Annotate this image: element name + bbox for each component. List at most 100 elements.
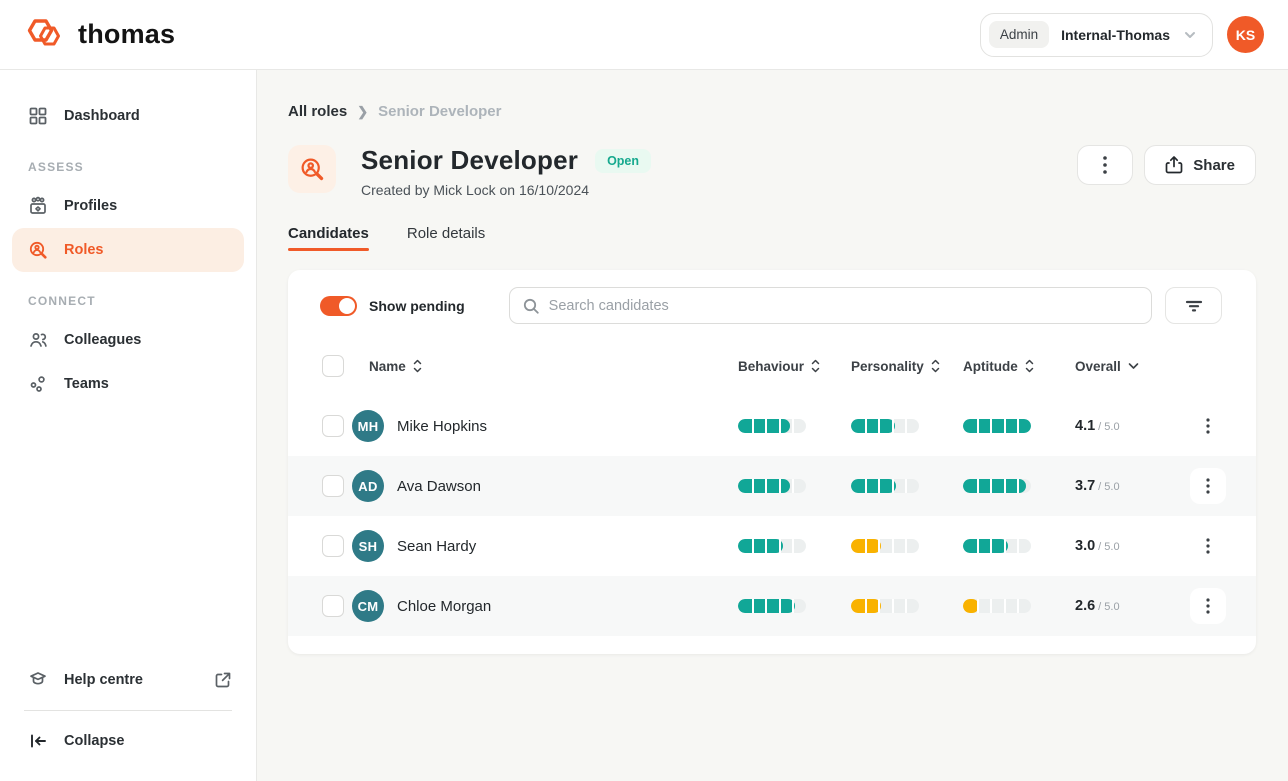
row-checkbox[interactable] xyxy=(322,595,344,617)
candidate-name-cell[interactable]: AD Ava Dawson xyxy=(352,470,738,502)
table-row[interactable]: CM Chloe Morgan 2.6/ 5.0 xyxy=(288,576,1256,636)
teams-icon xyxy=(28,374,48,394)
share-label: Share xyxy=(1193,157,1235,174)
sidebar-item-label: Roles xyxy=(64,242,104,258)
sidebar-item-teams[interactable]: Teams xyxy=(12,362,244,406)
chevron-down-icon xyxy=(1182,27,1198,43)
row-checkbox[interactable] xyxy=(322,535,344,557)
behaviour-score-bar xyxy=(738,419,806,433)
row-kebab-menu-button[interactable] xyxy=(1190,408,1226,444)
table-row[interactable]: SH Sean Hardy 3.0/ 5.0 xyxy=(288,516,1256,576)
toggle-knob xyxy=(339,298,355,314)
role-header: Senior Developer Open Created by Mick Lo… xyxy=(288,145,1256,198)
candidate-name: Mike Hopkins xyxy=(397,418,487,435)
row-kebab-menu-button[interactable] xyxy=(1190,588,1226,624)
sidebar-item-dashboard[interactable]: Dashboard xyxy=(12,94,244,138)
filter-button[interactable] xyxy=(1165,287,1222,324)
created-by-text: Created by Mick Lock on 16/10/2024 xyxy=(361,182,651,198)
share-icon xyxy=(1165,155,1183,175)
role-kebab-menu-button[interactable] xyxy=(1077,145,1133,185)
tab-candidates[interactable]: Candidates xyxy=(288,225,369,251)
sidebar-item-colleagues[interactable]: Colleagues xyxy=(12,318,244,362)
sort-desc-icon xyxy=(1128,362,1139,370)
kebab-icon xyxy=(1103,156,1107,174)
sidebar-item-label: Profiles xyxy=(64,198,117,214)
colleagues-icon xyxy=(28,330,48,350)
tabs: Candidates Role details xyxy=(288,225,1256,251)
column-header-overall[interactable]: Overall xyxy=(1075,359,1190,374)
avatar: AD xyxy=(352,470,384,502)
org-name: Internal-Thomas xyxy=(1061,27,1170,43)
sidebar-item-roles[interactable]: Roles xyxy=(12,228,244,272)
sidebar-section-connect: CONNECT xyxy=(12,272,244,318)
behaviour-score-bar xyxy=(738,599,806,613)
filter-icon xyxy=(1185,299,1203,313)
overall-score: 4.1/ 5.0 xyxy=(1075,418,1190,434)
sidebar-item-label: Teams xyxy=(64,376,109,392)
candidate-name-cell[interactable]: MH Mike Hopkins xyxy=(352,410,738,442)
avatar: MH xyxy=(352,410,384,442)
sidebar-item-help-centre[interactable]: Help centre xyxy=(12,660,244,700)
breadcrumb-chevron-icon: ❯ xyxy=(357,104,368,120)
personality-score-bar xyxy=(851,599,919,613)
row-kebab-menu-button[interactable] xyxy=(1190,468,1226,504)
personality-score-bar xyxy=(851,419,919,433)
external-link-icon xyxy=(214,671,232,689)
avatar: CM xyxy=(352,590,384,622)
candidate-name-cell[interactable]: SH Sean Hardy xyxy=(352,530,738,562)
row-kebab-menu-button[interactable] xyxy=(1190,528,1226,564)
thomas-logo-icon xyxy=(24,16,70,54)
sort-icon xyxy=(413,359,422,373)
behaviour-score-bar xyxy=(738,479,806,493)
overall-score: 2.6/ 5.0 xyxy=(1075,598,1190,614)
column-header-behaviour[interactable]: Behaviour xyxy=(738,359,851,374)
column-header-aptitude[interactable]: Aptitude xyxy=(963,359,1075,374)
search-input[interactable] xyxy=(549,298,1139,314)
row-checkbox[interactable] xyxy=(322,415,344,437)
overall-score: 3.0/ 5.0 xyxy=(1075,538,1190,554)
aptitude-score-bar xyxy=(963,539,1031,553)
candidates-toolbar: Show pending xyxy=(288,287,1256,324)
behaviour-score-bar xyxy=(738,539,806,553)
status-badge: Open xyxy=(595,149,651,173)
sidebar-collapse-button[interactable]: Collapse xyxy=(12,721,244,761)
user-avatar[interactable]: KS xyxy=(1227,16,1264,53)
sidebar-item-label: Colleagues xyxy=(64,332,141,348)
row-checkbox[interactable] xyxy=(322,475,344,497)
select-all-checkbox[interactable] xyxy=(322,355,344,377)
table-header: Name Behaviour Personality Aptitude Over… xyxy=(288,344,1256,388)
kebab-icon xyxy=(1206,598,1210,614)
org-switcher[interactable]: Admin Internal-Thomas xyxy=(980,13,1213,57)
candidate-name-cell[interactable]: CM Chloe Morgan xyxy=(352,590,738,622)
table-row[interactable]: AD Ava Dawson 3.7/ 5.0 xyxy=(288,456,1256,516)
breadcrumb-all-roles[interactable]: All roles xyxy=(288,103,347,120)
collapse-icon xyxy=(28,731,48,751)
dashboard-icon xyxy=(28,106,48,126)
profiles-icon xyxy=(28,196,48,216)
aptitude-score-bar xyxy=(963,479,1031,493)
candidates-card: Show pending Name xyxy=(288,270,1256,654)
column-header-name[interactable]: Name xyxy=(352,359,738,374)
role-magnifier-person-icon xyxy=(299,156,325,182)
sidebar-section-assess: ASSESS xyxy=(12,138,244,184)
table-row[interactable]: MH Mike Hopkins 4.1/ 5.0 xyxy=(288,396,1256,456)
roles-icon xyxy=(28,240,48,260)
sidebar-item-profiles[interactable]: Profiles xyxy=(12,184,244,228)
tab-role-details[interactable]: Role details xyxy=(407,225,485,251)
help-centre-icon xyxy=(28,670,48,690)
candidate-name: Chloe Morgan xyxy=(397,598,491,615)
sidebar-divider xyxy=(24,710,232,711)
share-button[interactable]: Share xyxy=(1144,145,1256,185)
role-icon-box xyxy=(288,145,336,193)
overall-score: 3.7/ 5.0 xyxy=(1075,478,1190,494)
show-pending-toggle[interactable] xyxy=(320,296,357,316)
avatar: SH xyxy=(352,530,384,562)
sidebar-item-label: Dashboard xyxy=(64,108,140,124)
brand-name: thomas xyxy=(78,19,175,50)
main-content: All roles ❯ Senior Developer Senior Deve… xyxy=(257,70,1288,781)
thomas-logo[interactable]: thomas xyxy=(24,16,175,54)
candidate-name: Ava Dawson xyxy=(397,478,481,495)
column-header-personality[interactable]: Personality xyxy=(851,359,963,374)
help-centre-label: Help centre xyxy=(64,672,143,688)
personality-score-bar xyxy=(851,479,919,493)
